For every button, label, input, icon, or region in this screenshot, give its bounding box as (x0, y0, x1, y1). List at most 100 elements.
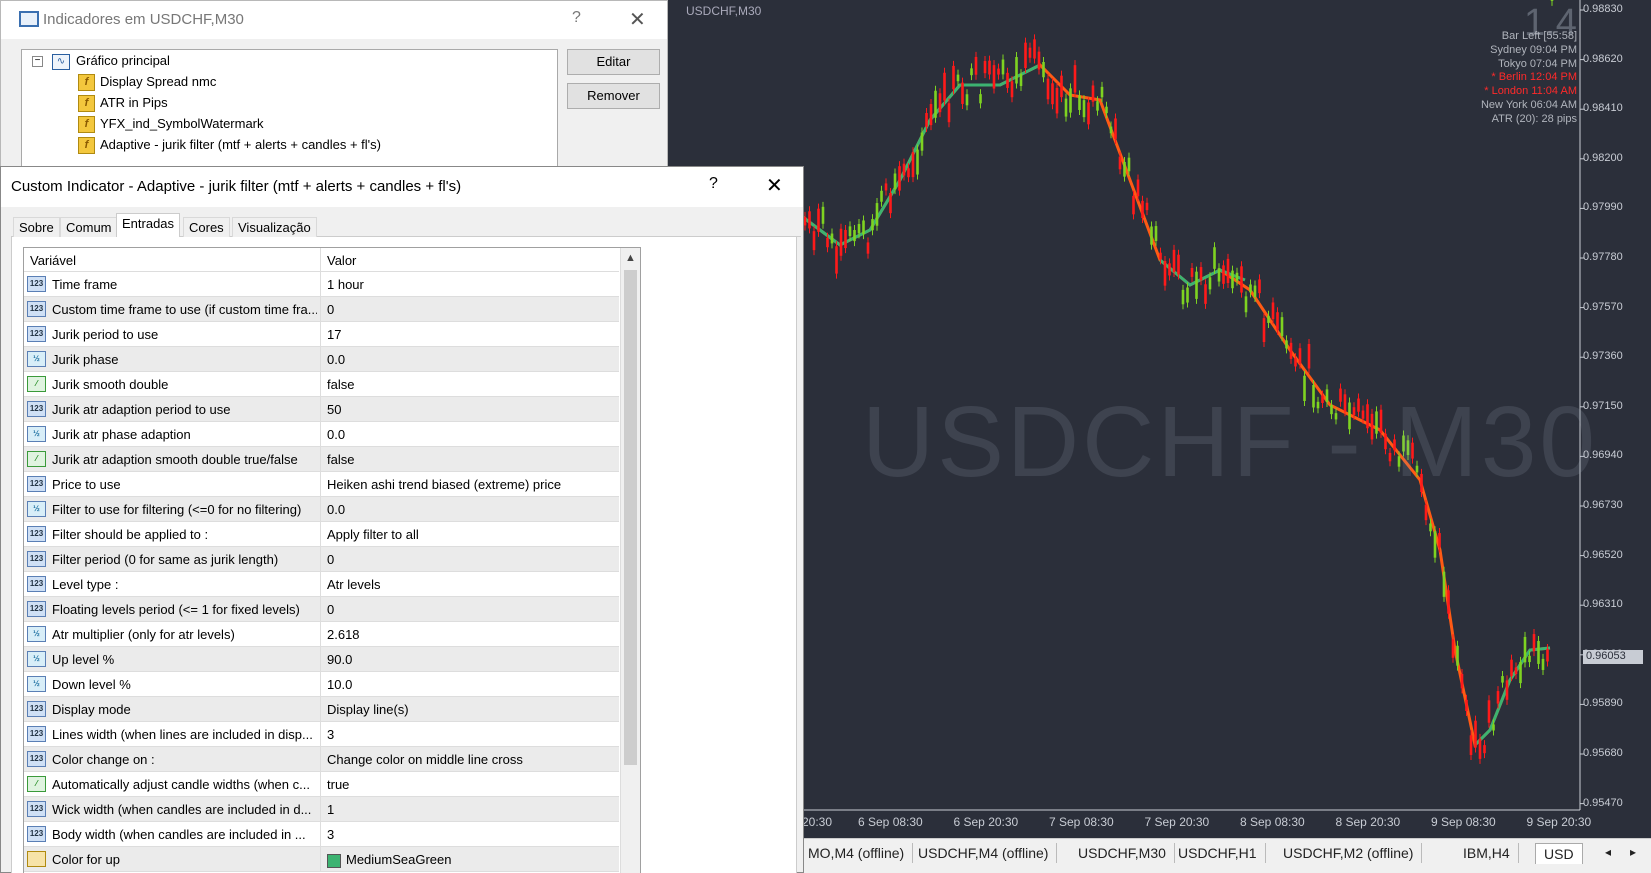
tree-item[interactable]: f Adaptive - jurik filter (mtf + alerts +… (78, 137, 381, 155)
input-value[interactable]: 1 hour (327, 277, 364, 292)
tab-colors[interactable]: Cores (183, 217, 230, 237)
input-value[interactable]: true (327, 777, 349, 792)
input-value[interactable]: false (327, 452, 354, 467)
chart-tab[interactable]: USDCHF,M30 (1070, 843, 1175, 863)
help-button[interactable]: ? (572, 9, 581, 27)
input-name: Jurik phase (52, 352, 119, 367)
input-row[interactable]: 123 Body width (when candles are included… (24, 822, 619, 847)
indicators-window-titlebar[interactable]: Indicadores em USDCHF,M30 ? ✕ (1, 1, 667, 39)
help-button[interactable]: ? (709, 175, 718, 193)
input-row[interactable]: 123 Jurik period to use 17 (24, 322, 619, 347)
input-value[interactable]: 0 (327, 302, 334, 317)
input-value[interactable]: 0.0 (327, 352, 345, 367)
tab-visualization[interactable]: Visualização (232, 217, 317, 237)
candle-body (1100, 86, 1104, 98)
input-row[interactable]: ½ Jurik atr phase adaption 0.0 (24, 422, 619, 447)
input-value[interactable]: Atr levels (327, 577, 380, 592)
input-value[interactable]: 3 (327, 827, 334, 842)
input-row[interactable]: ⁄ Jurik atr adaption smooth double true/f… (24, 447, 619, 472)
int-type-icon: 123 (27, 326, 46, 342)
input-row[interactable]: ⁄ Jurik smooth double false (24, 372, 619, 397)
input-row[interactable]: ½ Down level % 10.0 (24, 672, 619, 697)
tab-about[interactable]: Sobre (13, 217, 60, 237)
chart-tab[interactable]: USD (1535, 843, 1583, 864)
input-value[interactable]: Heiken ashi trend biased (extreme) price (327, 477, 561, 492)
input-value[interactable]: 0.0 (327, 502, 345, 517)
candle-body (1006, 72, 1009, 88)
chart-tab[interactable]: MO,M4 (offline) (800, 843, 914, 863)
tree-root[interactable]: ∿ Gráfico principal (52, 53, 170, 70)
indicators-tree[interactable]: − ∿ Gráfico principal f Display Spread nmc… (21, 49, 558, 169)
input-row[interactable]: ⁄ Automatically adjust candle widths (whe… (24, 772, 619, 797)
input-row[interactable]: 123 Price to use Heiken ashi trend biased … (24, 472, 619, 497)
candle-body (1105, 106, 1108, 114)
input-row[interactable]: Color for up MediumSeaGreen (24, 847, 619, 872)
input-name: Level type : (52, 577, 119, 592)
input-row[interactable]: 123 Color change on : Change color on midd… (24, 747, 619, 772)
candle-body (884, 183, 888, 191)
input-row[interactable]: 123 Lines width (when lines are included … (24, 722, 619, 747)
input-row[interactable]: 123 Level type : Atr levels (24, 572, 619, 597)
input-value[interactable]: 2.618 (327, 627, 360, 642)
input-name: Jurik period to use (52, 327, 159, 342)
input-value[interactable]: 90.0 (327, 652, 352, 667)
tree-item[interactable]: f ATR in Pips (78, 95, 168, 113)
input-row[interactable]: 123 Wick width (when candles are included… (24, 797, 619, 822)
chart-tab[interactable]: USDCHF,M4 (offline) (910, 843, 1058, 863)
input-value[interactable]: 0 (327, 552, 334, 567)
int-type-icon: 123 (27, 551, 46, 567)
edit-button[interactable]: Editar (567, 49, 660, 75)
tree-item[interactable]: f YFX_ind_SymbolWatermark (78, 116, 264, 134)
input-value[interactable]: 1 (327, 802, 334, 817)
chart-tab[interactable]: IBM,H4 (1455, 843, 1519, 863)
input-value[interactable]: Display line(s) (327, 702, 409, 717)
input-name: Jurik atr phase adaption (52, 427, 191, 442)
chart-tab[interactable]: USDCHF,H1 (1170, 843, 1266, 863)
frac-type-icon: ½ (27, 501, 46, 517)
candle-body (1010, 81, 1014, 98)
tabs-prev-button[interactable]: ◂ (1605, 845, 1611, 859)
input-value[interactable]: 17 (327, 327, 341, 342)
scroll-thumb[interactable] (624, 270, 637, 765)
candle-body (1550, 0, 1554, 1)
input-row[interactable]: 123 Display mode Display line(s) (24, 697, 619, 722)
tab-inputs[interactable]: Entradas (116, 213, 181, 238)
input-value[interactable]: Change color on middle line cross (327, 752, 523, 767)
input-row[interactable]: 123 Jurik atr adaption period to use 50 (24, 397, 619, 422)
vertical-scrollbar[interactable]: ▲ (620, 248, 640, 873)
input-row[interactable]: 123 Custom time frame to use (if custom t… (24, 297, 619, 322)
scroll-up-icon[interactable]: ▲ (625, 252, 636, 264)
input-row[interactable]: ½ Up level % 90.0 (24, 647, 619, 672)
chart-tab[interactable]: USDCHF,M2 (offline) (1275, 843, 1423, 863)
input-value[interactable]: false (327, 377, 354, 392)
price-tick-label: 0.96940 (1583, 449, 1623, 462)
tree-item[interactable]: f Display Spread nmc (78, 74, 216, 92)
price-tick-label: 0.96310 (1583, 598, 1623, 611)
tab-common[interactable]: Comum (60, 217, 118, 237)
remove-button[interactable]: Remover (567, 83, 660, 109)
input-row[interactable]: 123 Floating levels period (<= 1 for fixe… (24, 597, 619, 622)
time-tick-label: 20:30 (802, 815, 833, 829)
custom-window-titlebar[interactable]: Custom Indicator - Adaptive - jurik filt… (1, 167, 803, 207)
input-value[interactable]: MediumSeaGreen (327, 852, 452, 868)
input-value[interactable]: Apply filter to all (327, 527, 419, 542)
time-tick-label: 6 Sep 08:30 (858, 815, 923, 829)
input-value[interactable]: 0 (327, 602, 334, 617)
price-tick-label: 0.98410 (1583, 102, 1623, 115)
collapse-icon[interactable]: − (32, 56, 43, 67)
input-row[interactable]: ½ Filter to use for filtering (<=0 for no… (24, 497, 619, 522)
input-row[interactable]: 123 Filter should be applied to : Apply fi… (24, 522, 619, 547)
input-value[interactable]: 0.0 (327, 427, 345, 442)
close-button[interactable]: ✕ (629, 7, 646, 32)
tabs-next-button[interactable]: ▸ (1630, 845, 1636, 859)
input-row[interactable]: ½ Jurik phase 0.0 (24, 347, 619, 372)
input-row[interactable]: 123 Time frame 1 hour (24, 272, 619, 297)
column-value[interactable]: Valor (327, 253, 356, 268)
close-button[interactable]: ✕ (766, 173, 783, 198)
input-row[interactable]: ½ Atr multiplier (only for atr levels) 2.6… (24, 622, 619, 647)
input-value[interactable]: 10.0 (327, 677, 352, 692)
input-value[interactable]: 3 (327, 727, 334, 742)
input-row[interactable]: 123 Filter period (0 for same as jurik le… (24, 547, 619, 572)
input-value[interactable]: 50 (327, 402, 341, 417)
column-variable[interactable]: Variável (30, 253, 76, 268)
